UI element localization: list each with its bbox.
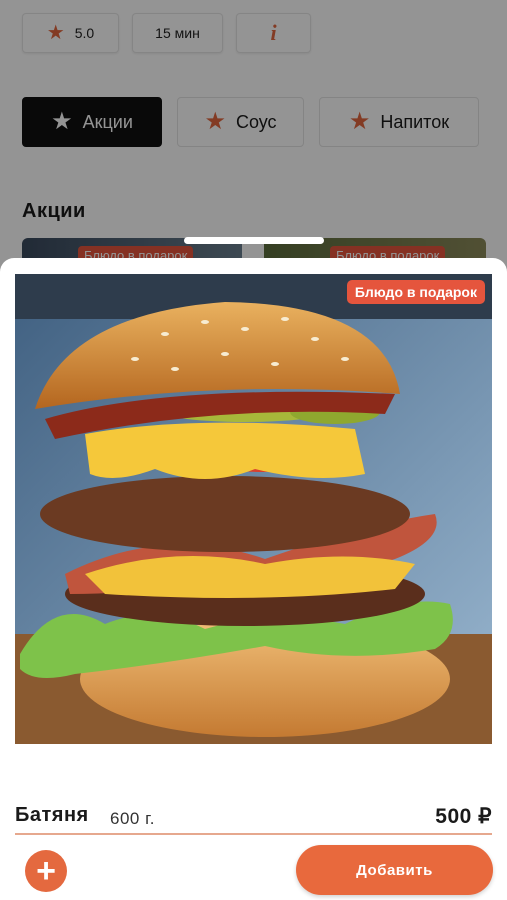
product-info-row: Батяня 600 г. 500 ₽ <box>15 804 492 834</box>
gift-badge: Блюдо в подарок <box>346 280 485 304</box>
plus-icon: + <box>36 852 56 890</box>
product-name: Батяня <box>15 804 89 826</box>
divider <box>15 833 492 835</box>
add-button-label: Добавить <box>356 861 433 879</box>
add-to-cart-button[interactable]: Добавить <box>296 845 493 895</box>
product-price: 500 ₽ <box>435 805 492 828</box>
burger-photo: Блюдо в подарок <box>15 274 492 744</box>
product-weight: 600 г. <box>110 809 155 828</box>
burger-image <box>15 274 492 744</box>
sheet-grabber[interactable] <box>184 237 324 244</box>
product-sheet: Блюдо в подарок Батяня 600 г. 500 ₽ + До… <box>0 258 507 900</box>
increase-quantity-button[interactable]: + <box>25 850 67 892</box>
